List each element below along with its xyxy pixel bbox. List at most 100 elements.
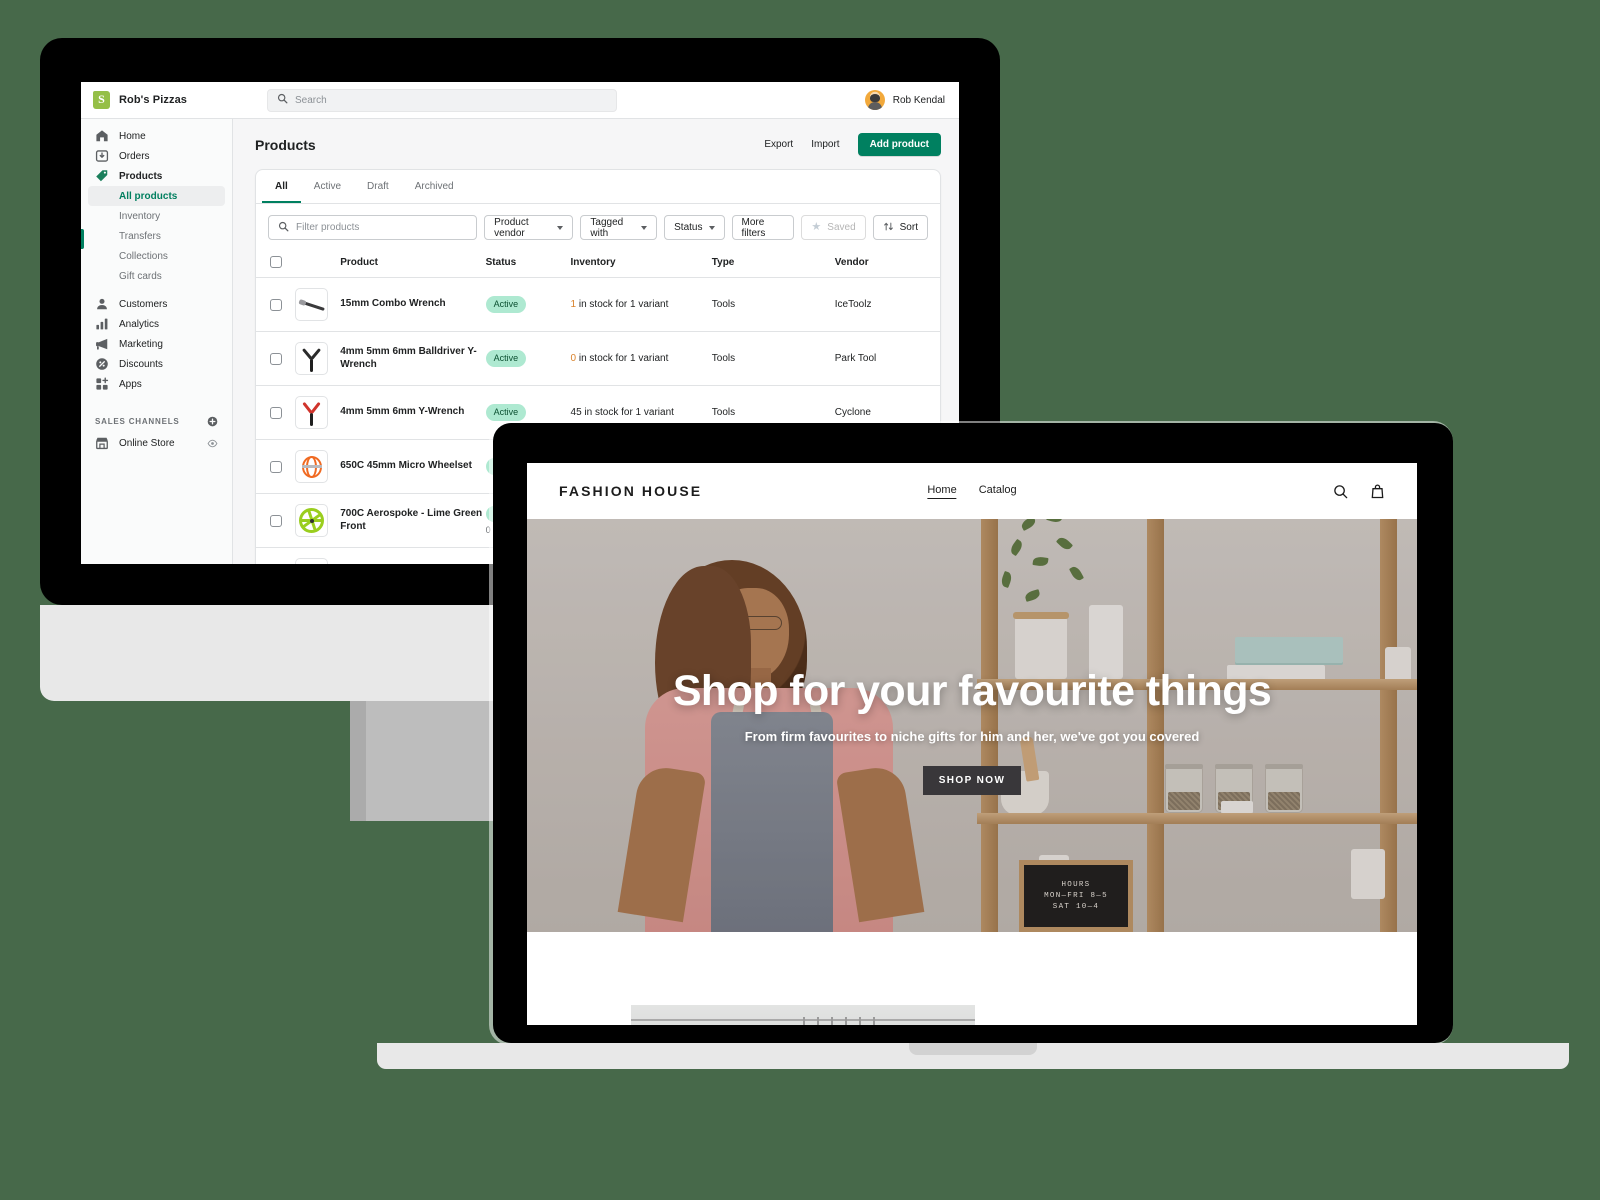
lime-wheel-thumbnail — [295, 504, 329, 537]
row-checkbox[interactable] — [270, 298, 282, 311]
sidebar-item-analytics[interactable]: Analytics — [88, 314, 225, 334]
search-icon[interactable] — [1333, 484, 1348, 499]
storefront-icon — [95, 436, 109, 450]
product-vendor-filter[interactable]: Product vendor — [484, 215, 574, 240]
status-filter-label: Status — [674, 222, 703, 233]
product-name[interactable]: 4mm 5mm 6mm Balldriver Y-Wrench — [340, 346, 485, 371]
sidebar-item-gift-cards[interactable]: Gift cards — [88, 266, 225, 286]
sidebar-label-inventory: Inventory — [119, 210, 161, 222]
sidebar-item-products[interactable]: Products — [88, 166, 225, 186]
tab-archived[interactable]: Archived — [402, 170, 467, 203]
sidebar-item-customers[interactable]: Customers — [88, 294, 225, 314]
row-select-cell — [256, 439, 296, 494]
row-thumbnail-cell — [295, 439, 341, 494]
hero-banner: HOURS MON—FRI 8—5 SAT 10—4 Shop for your… — [527, 519, 1417, 932]
row-product-cell: 700C Aerospoke - Lime Green Front — [340, 493, 486, 548]
user-menu[interactable]: Rob Kendal — [864, 90, 945, 110]
sidebar-label-apps: Apps — [119, 378, 142, 390]
store-brand[interactable]: Rob's Pizzas — [93, 91, 245, 109]
eye-icon[interactable] — [207, 438, 218, 449]
laptop-base-notch — [909, 1043, 1037, 1055]
product-name[interactable]: 650C 45mm Micro Wheelset — [340, 460, 485, 473]
user-avatar — [864, 90, 885, 110]
more-filters-label: More filters — [741, 216, 766, 239]
sidebar-label-customers: Customers — [119, 298, 168, 310]
shopify-bag-icon — [93, 91, 110, 109]
inventory-text: in stock for 1 variant — [578, 299, 669, 310]
status-filter[interactable]: Status — [664, 215, 725, 240]
clothing-rack-image[interactable] — [631, 1005, 975, 1025]
tagged-with-filter[interactable]: Tagged with — [580, 215, 658, 240]
nav-link-catalog[interactable]: Catalog — [979, 484, 1017, 498]
sidebar-label-gift-cards: Gift cards — [119, 270, 162, 282]
filter-products-placeholder: Filter products — [296, 222, 360, 233]
sidebar-item-discounts[interactable]: Discounts — [88, 354, 225, 374]
sidebar-item-transfers[interactable]: Transfers — [88, 226, 225, 246]
tab-draft[interactable]: Draft — [354, 170, 402, 203]
tab-active[interactable]: Active — [301, 170, 354, 203]
sidebar-item-apps[interactable]: Apps — [88, 374, 225, 394]
sidebar-item-orders[interactable]: Orders — [88, 146, 225, 166]
row-checkbox[interactable] — [270, 352, 282, 365]
sidebar-label-home: Home — [119, 130, 146, 142]
sidebar-item-marketing[interactable]: Marketing — [88, 334, 225, 354]
select-all-checkbox[interactable] — [270, 256, 282, 268]
saved-filters-button[interactable]: ★ Saved — [801, 215, 866, 240]
export-button[interactable]: Export — [764, 139, 793, 150]
active-nav-indicator — [81, 229, 84, 249]
sidebar-item-all-products[interactable]: All products — [88, 186, 225, 206]
page-header: Products Export Import Add product — [255, 133, 941, 156]
sidebar-label-products: Products — [119, 170, 163, 182]
import-button[interactable]: Import — [811, 139, 839, 150]
shop-now-button[interactable]: SHOP NOW — [922, 766, 1022, 795]
storefront-logo[interactable]: FASHION HOUSE — [559, 483, 702, 499]
status-badge: Active — [485, 404, 527, 421]
orders-inbox-icon — [95, 149, 109, 163]
filter-products-input[interactable]: Filter products — [268, 215, 478, 240]
store-name: Rob's Pizzas — [119, 94, 188, 106]
sidebar-item-collections[interactable]: Collections — [88, 246, 225, 266]
hero-content: Shop for your favourite things From firm… — [527, 519, 1417, 932]
hero-subtitle: From firm favourites to niche gifts for … — [744, 729, 1200, 744]
product-name[interactable]: 15mm Combo Wrench — [340, 298, 485, 311]
row-status-cell: Active — [485, 331, 571, 386]
row-checkbox[interactable] — [270, 406, 282, 419]
sidebar-label-marketing: Marketing — [119, 338, 163, 350]
row-checkbox[interactable] — [270, 460, 282, 473]
sort-button[interactable]: Sort — [872, 215, 928, 240]
plus-circle-icon[interactable] — [207, 416, 218, 427]
row-vendor-cell: IceToolz — [834, 277, 940, 332]
status-badge: Active — [485, 296, 527, 313]
chevron-down-icon — [557, 225, 564, 230]
tab-all[interactable]: All — [262, 170, 301, 203]
row-thumbnail-cell — [295, 385, 341, 440]
row-product-cell: 650C 45mm Micro Wheelset — [340, 439, 486, 494]
table-row[interactable]: 15mm Combo Wrench Active 1 in stock for … — [256, 277, 940, 332]
megaphone-icon — [95, 337, 109, 351]
nav-link-home[interactable]: Home — [927, 484, 957, 499]
sidebar-label-transfers: Transfers — [119, 230, 161, 242]
add-product-button[interactable]: Add product — [857, 133, 941, 156]
column-header-product: Product — [340, 250, 486, 278]
search-icon — [278, 219, 289, 237]
products-table-head: Product Status Inventory Type Vendor — [256, 250, 940, 278]
chevron-down-icon — [708, 225, 715, 230]
select-all-header — [256, 250, 296, 278]
global-search-input[interactable]: Search — [267, 88, 617, 112]
row-inventory-cell: 0 in stock for 1 variant — [570, 331, 712, 386]
product-name[interactable]: 700C Aerospoke - Lime Green Front — [340, 508, 485, 533]
chain-thumbnail — [295, 558, 329, 564]
shopping-bag-icon[interactable] — [1370, 483, 1385, 499]
table-row[interactable]: 4mm 5mm 6mm Balldriver Y-Wrench Active 0… — [256, 331, 940, 386]
saved-label: Saved — [827, 222, 856, 233]
more-filters-button[interactable]: More filters — [731, 215, 795, 240]
row-checkbox[interactable] — [270, 514, 282, 527]
sidebar-item-inventory[interactable]: Inventory — [88, 206, 225, 226]
sidebar-item-home[interactable]: Home — [88, 126, 225, 146]
search-icon — [277, 91, 288, 109]
sidebar-item-online-store[interactable]: Online Store — [88, 433, 225, 453]
user-name: Rob Kendal — [892, 94, 945, 106]
sidebar-label-collections: Collections — [119, 250, 168, 262]
product-name[interactable]: 4mm 5mm 6mm Y-Wrench — [340, 406, 485, 419]
storefront-nav-icons — [1333, 483, 1385, 499]
